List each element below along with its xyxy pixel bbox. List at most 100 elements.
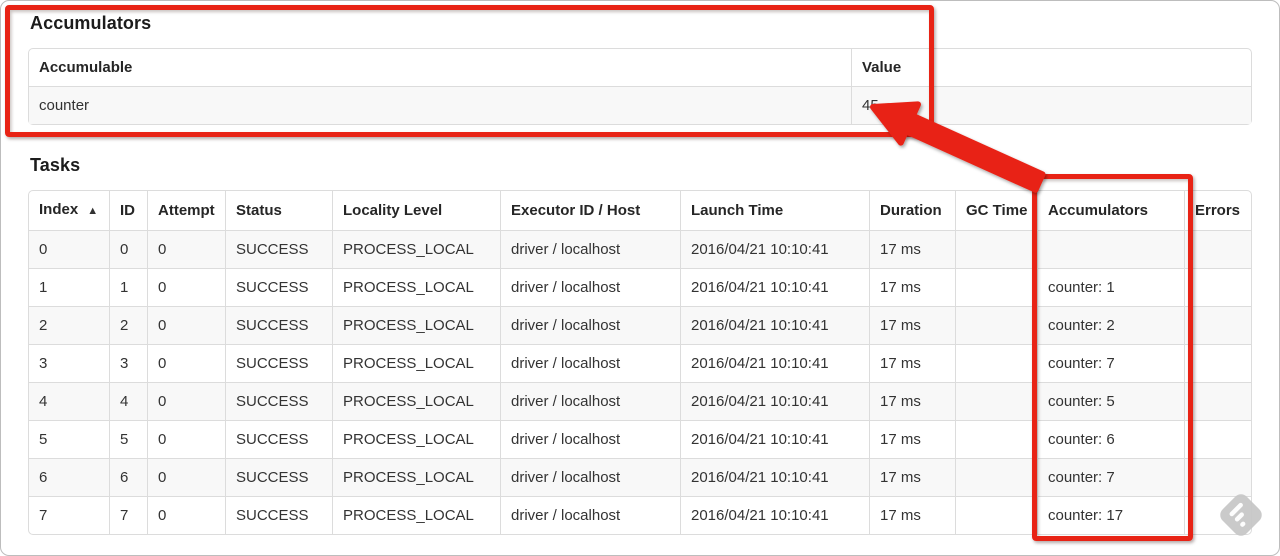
tasks-table-row: 3 3 0 SUCCESS PROCESS_LOCAL driver / localhos… — [29, 344, 1251, 382]
tasks-col-header-locality-level[interactable]: Locality Level — [332, 191, 500, 230]
tasks-cell-id: 6 — [109, 458, 147, 496]
tasks-cell-index: 6 — [29, 458, 109, 496]
accumulators-cell-value: 45 — [851, 86, 1251, 124]
tasks-cell-duration: 17 ms — [869, 382, 955, 420]
tasks-cell-accumulators: counter: 2 — [1037, 306, 1184, 344]
tasks-col-header-attempt[interactable]: Attempt — [147, 191, 225, 230]
tasks-col-header-duration[interactable]: Duration — [869, 191, 955, 230]
tasks-cell-launch-time: 2016/04/21 10:10:41 — [680, 230, 869, 268]
tasks-cell-accumulators: counter: 6 — [1037, 420, 1184, 458]
tasks-cell-status: SUCCESS — [225, 382, 332, 420]
tasks-cell-id: 1 — [109, 268, 147, 306]
tasks-cell-accumulators: counter: 7 — [1037, 458, 1184, 496]
page-content: Accumulators Accumulable Value counter 45 … — [1, 1, 1279, 535]
tasks-cell-errors — [1184, 230, 1251, 268]
tasks-cell-accumulators: counter: 1 — [1037, 268, 1184, 306]
accumulators-cell-accumulable: counter — [29, 86, 851, 124]
accumulators-heading: Accumulators — [30, 13, 152, 33]
tasks-cell-gc-time — [955, 268, 1037, 306]
tasks-cell-duration: 17 ms — [869, 344, 955, 382]
tasks-cell-errors — [1184, 382, 1251, 420]
tasks-cell-index: 4 — [29, 382, 109, 420]
tasks-table-head-row: Index ▲ ID Attempt Status Locality Level Execu… — [29, 191, 1251, 230]
tasks-cell-status: SUCCESS — [225, 306, 332, 344]
tasks-table-row: 4 4 0 SUCCESS PROCESS_LOCAL driver / localhos… — [29, 382, 1251, 420]
tasks-table-row: 0 0 0 SUCCESS PROCESS_LOCAL driver / localhos… — [29, 230, 1251, 268]
tasks-table-row: 6 6 0 SUCCESS PROCESS_LOCAL driver / localhos… — [29, 458, 1251, 496]
tasks-cell-status: SUCCESS — [225, 268, 332, 306]
tasks-cell-status: SUCCESS — [225, 458, 332, 496]
tasks-cell-locality-level: PROCESS_LOCAL — [332, 306, 500, 344]
accumulators-table-head-row: Accumulable Value — [29, 49, 1251, 86]
tasks-cell-attempt: 0 — [147, 344, 225, 382]
accumulators-table-row: counter 45 — [29, 86, 1251, 124]
tasks-col-header-executor-id-host[interactable]: Executor ID / Host — [500, 191, 680, 230]
accumulators-col-header-accumulable: Accumulable — [39, 59, 133, 76]
tasks-cell-launch-time: 2016/04/21 10:10:41 — [680, 382, 869, 420]
tasks-cell-gc-time — [955, 458, 1037, 496]
accumulators-table-body: counter 45 — [29, 86, 1251, 124]
tasks-cell-index: 7 — [29, 496, 109, 534]
tasks-cell-status: SUCCESS — [225, 420, 332, 458]
tasks-cell-locality-level: PROCESS_LOCAL — [332, 496, 500, 534]
tasks-col-header-index[interactable]: Index ▲ — [29, 191, 109, 230]
tasks-cell-errors — [1184, 306, 1251, 344]
tasks-cell-locality-level: PROCESS_LOCAL — [332, 420, 500, 458]
tasks-cell-accumulators — [1037, 230, 1184, 268]
tasks-cell-launch-time: 2016/04/21 10:10:41 — [680, 268, 869, 306]
tasks-cell-executor-id-host: driver / localhost — [500, 496, 680, 534]
tasks-table-row: 2 2 0 SUCCESS PROCESS_LOCAL driver / localhos… — [29, 306, 1251, 344]
tasks-cell-id: 0 — [109, 230, 147, 268]
tasks-table: Index ▲ ID Attempt Status Locality Level Execu… — [28, 190, 1252, 535]
tasks-col-header-accumulators[interactable]: Accumulators — [1037, 191, 1184, 230]
tasks-cell-launch-time: 2016/04/21 10:10:41 — [680, 306, 869, 344]
tasks-cell-accumulators: counter: 5 — [1037, 382, 1184, 420]
tasks-cell-launch-time: 2016/04/21 10:10:41 — [680, 496, 869, 534]
tasks-col-header-id[interactable]: ID — [109, 191, 147, 230]
tasks-cell-index: 0 — [29, 230, 109, 268]
tasks-cell-id: 4 — [109, 382, 147, 420]
tasks-cell-errors — [1184, 268, 1251, 306]
tasks-cell-index: 3 — [29, 344, 109, 382]
tasks-col-header-errors[interactable]: Errors — [1184, 191, 1251, 230]
tasks-table-row: 1 1 0 SUCCESS PROCESS_LOCAL driver / localhos… — [29, 268, 1251, 306]
tasks-cell-id: 5 — [109, 420, 147, 458]
tasks-cell-accumulators: counter: 17 — [1037, 496, 1184, 534]
tasks-cell-id: 2 — [109, 306, 147, 344]
tasks-cell-errors — [1184, 458, 1251, 496]
tasks-cell-attempt: 0 — [147, 230, 225, 268]
tasks-cell-gc-time — [955, 230, 1037, 268]
tasks-table-row: 7 7 0 SUCCESS PROCESS_LOCAL driver / localhos… — [29, 496, 1251, 534]
tasks-cell-locality-level: PROCESS_LOCAL — [332, 382, 500, 420]
tasks-cell-duration: 17 ms — [869, 496, 955, 534]
tasks-col-header-gc-time[interactable]: GC Time — [955, 191, 1037, 230]
tasks-cell-index: 1 — [29, 268, 109, 306]
tasks-cell-locality-level: PROCESS_LOCAL — [332, 344, 500, 382]
tasks-cell-attempt: 0 — [147, 306, 225, 344]
tasks-cell-duration: 17 ms — [869, 268, 955, 306]
tasks-cell-launch-time: 2016/04/21 10:10:41 — [680, 420, 869, 458]
sort-ascending-icon: ▲ — [87, 205, 99, 217]
tasks-table-row: 5 5 0 SUCCESS PROCESS_LOCAL driver / localhos… — [29, 420, 1251, 458]
tasks-cell-gc-time — [955, 344, 1037, 382]
tasks-cell-gc-time — [955, 420, 1037, 458]
tasks-cell-attempt: 0 — [147, 382, 225, 420]
tasks-cell-attempt: 0 — [147, 268, 225, 306]
accumulators-col-header-value: Value — [851, 49, 1251, 86]
tasks-cell-attempt: 0 — [147, 458, 225, 496]
tasks-heading: Tasks — [30, 155, 81, 175]
tasks-cell-id: 3 — [109, 344, 147, 382]
tasks-col-header-launch-time[interactable]: Launch Time — [680, 191, 869, 230]
tasks-table-body: 0 0 0 SUCCESS PROCESS_LOCAL driver / localhos… — [29, 230, 1251, 534]
tasks-cell-id: 7 — [109, 496, 147, 534]
tasks-cell-errors — [1184, 420, 1251, 458]
tasks-cell-status: SUCCESS — [225, 230, 332, 268]
tasks-cell-locality-level: PROCESS_LOCAL — [332, 268, 500, 306]
tasks-cell-index: 5 — [29, 420, 109, 458]
tasks-cell-executor-id-host: driver / localhost — [500, 382, 680, 420]
tasks-cell-index: 2 — [29, 306, 109, 344]
tasks-col-header-status[interactable]: Status — [225, 191, 332, 230]
tasks-cell-gc-time — [955, 382, 1037, 420]
tasks-cell-duration: 17 ms — [869, 230, 955, 268]
tasks-cell-duration: 17 ms — [869, 420, 955, 458]
